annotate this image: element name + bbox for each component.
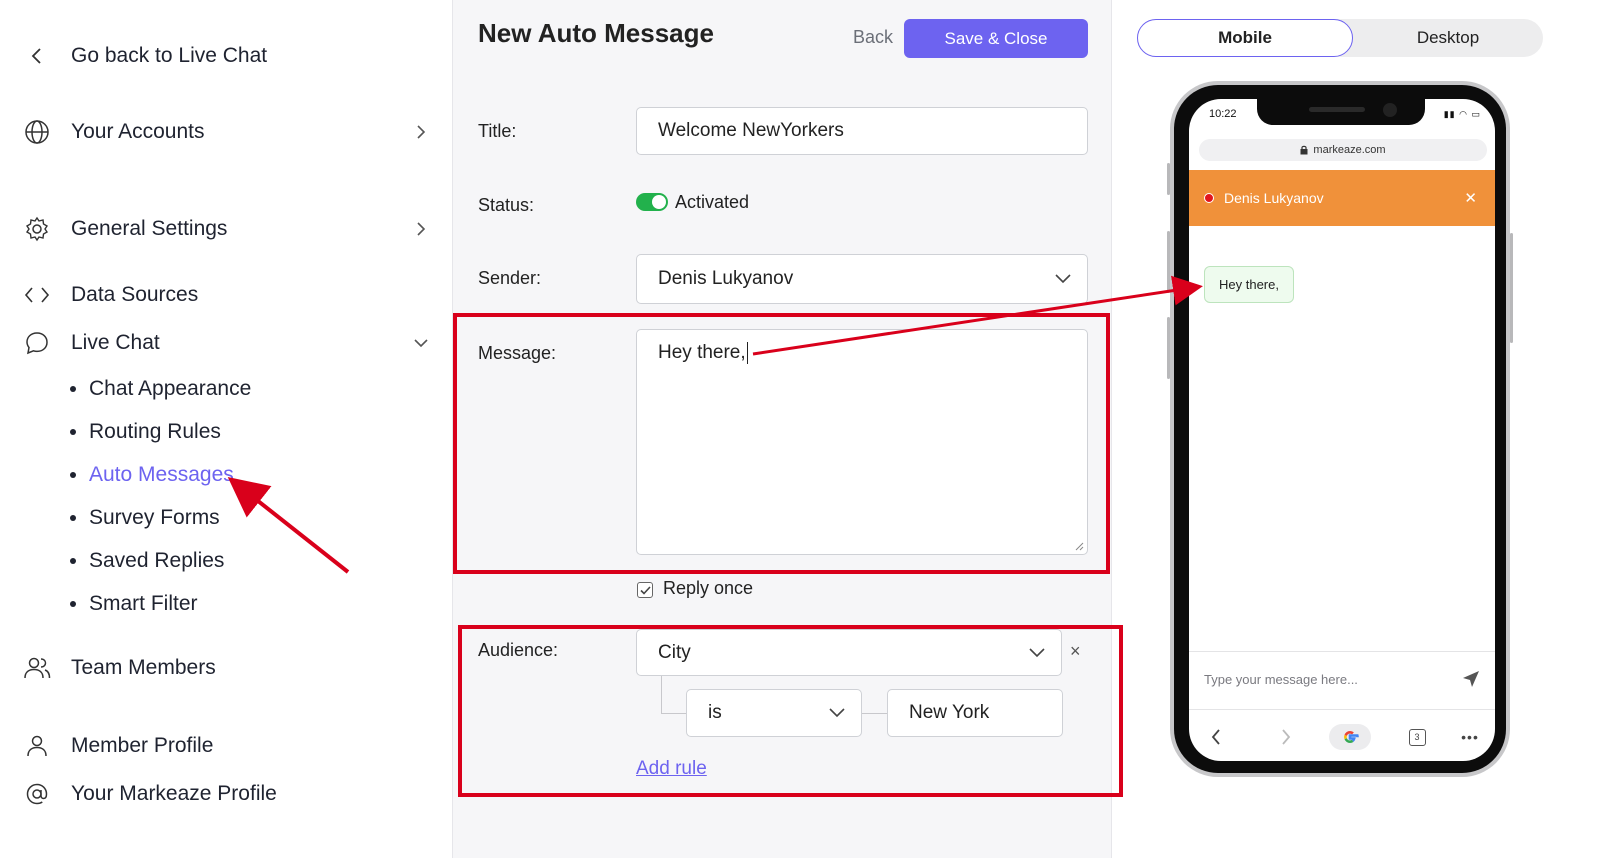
annotation-arrow-auto-messages (227, 477, 350, 574)
annotation-arrow-message-preview (752, 275, 1203, 356)
annotation-arrows (227, 275, 1203, 574)
